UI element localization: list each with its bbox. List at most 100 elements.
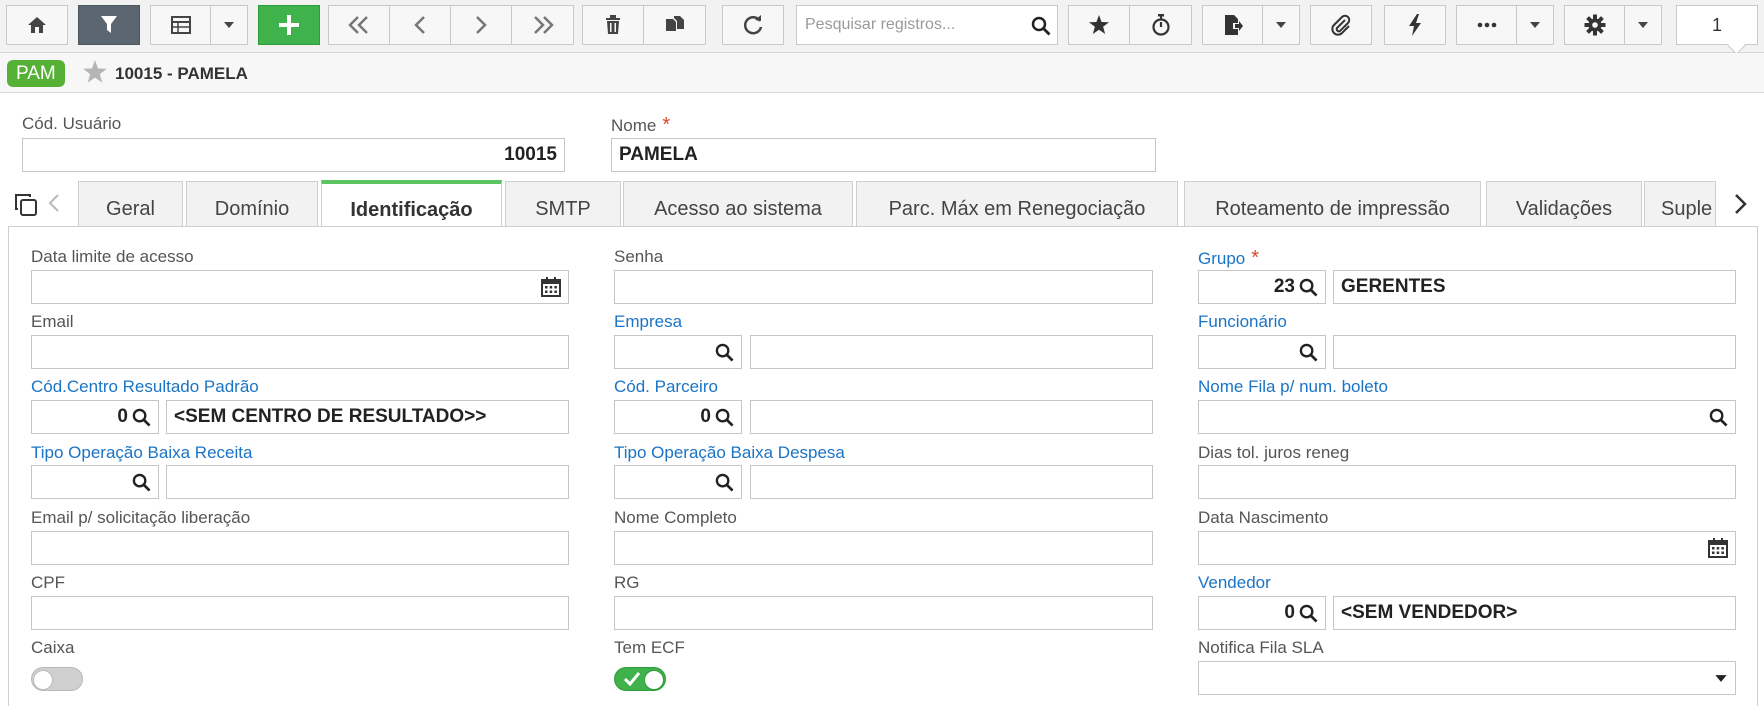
tab-geral[interactable]: Geral [78, 181, 183, 227]
star-icon[interactable] [82, 59, 108, 85]
senha-label: Senha [614, 247, 664, 266]
search-icon[interactable] [132, 408, 151, 427]
email-liberacao-field[interactable] [31, 531, 569, 565]
timer-button[interactable] [1130, 6, 1191, 44]
empresa-name-field[interactable] [750, 335, 1153, 369]
tipo-operacao-despesa-name-field[interactable] [750, 465, 1153, 499]
search-icon[interactable] [1299, 343, 1318, 362]
record-header: PAM 10015 - PAMELA [0, 53, 1764, 93]
cpf-field[interactable] [31, 596, 569, 630]
next-record-button[interactable] [451, 6, 512, 44]
parceiro-label[interactable]: Cód. Parceiro [614, 377, 718, 397]
duplicate-icon[interactable] [14, 193, 38, 217]
chevron-right-icon[interactable] [1734, 193, 1748, 215]
rg-field[interactable] [614, 596, 1153, 630]
grupo-code-field[interactable]: 23 [1198, 270, 1326, 304]
page-number-box[interactable]: 1 [1676, 5, 1758, 45]
tipo-operacao-receita-name-field[interactable] [166, 465, 569, 499]
more-button[interactable] [1457, 6, 1517, 44]
attachments-button[interactable] [1311, 6, 1371, 44]
search-box [796, 5, 1058, 45]
tab-suple[interactable]: Suple [1644, 181, 1716, 227]
parceiro-code-field[interactable]: 0 [614, 400, 742, 434]
tab-roteamento-impressao[interactable]: Roteamento de impressão [1184, 181, 1481, 227]
more-dropdown-button[interactable] [1517, 6, 1553, 44]
cod-usuario-field[interactable]: 10015 [22, 138, 565, 172]
tab-dominio[interactable]: Domínio [186, 181, 318, 227]
funcionario-label[interactable]: Funcionário [1198, 312, 1287, 332]
caixa-toggle[interactable] [31, 667, 83, 691]
empresa-code-field[interactable] [614, 335, 742, 369]
nome-field[interactable]: PAMELA [611, 138, 1156, 172]
centro-resultado-code-field[interactable]: 0 [31, 400, 159, 434]
main-toolbar: 1 [0, 0, 1764, 53]
nome-label: Nome * [611, 114, 670, 137]
tab-acesso-ao-sistema[interactable]: Acesso ao sistema [623, 181, 853, 227]
duplicate-button[interactable] [644, 6, 705, 44]
nome-completo-field[interactable] [614, 531, 1153, 565]
first-page-icon [348, 16, 368, 34]
home-button[interactable] [7, 6, 67, 44]
tab-validacoes[interactable]: Validações [1486, 181, 1642, 227]
grid-view-button[interactable] [151, 6, 211, 44]
favorite-timer-group [1068, 5, 1192, 45]
refresh-button[interactable] [723, 6, 783, 44]
tipo-operacao-receita-label[interactable]: Tipo Operação Baixa Receita [31, 443, 252, 463]
tipo-operacao-despesa-code-field[interactable] [614, 465, 742, 499]
filter-button[interactable] [79, 6, 139, 44]
tipo-operacao-despesa-label[interactable]: Tipo Operação Baixa Despesa [614, 443, 845, 463]
export-dropdown-button[interactable] [1263, 6, 1299, 44]
fila-boleto-field[interactable] [1198, 400, 1736, 434]
tab-smtp[interactable]: SMTP [505, 181, 621, 227]
fila-boleto-label[interactable]: Nome Fila p/ num. boleto [1198, 377, 1388, 397]
calendar-icon[interactable] [541, 277, 561, 297]
notifica-fila-sla-select[interactable] [1198, 661, 1736, 695]
calendar-icon[interactable] [1708, 538, 1728, 558]
last-record-button[interactable] [512, 6, 573, 44]
grid-dropdown-button[interactable] [211, 6, 247, 44]
data-limite-field[interactable] [31, 270, 569, 304]
add-button-group [258, 5, 320, 45]
email-field[interactable] [31, 335, 569, 369]
funcionario-code-field[interactable] [1198, 335, 1326, 369]
search-icon[interactable] [132, 473, 151, 492]
search-icon[interactable] [715, 343, 734, 362]
first-record-button[interactable] [329, 6, 390, 44]
search-icon[interactable] [1031, 16, 1051, 36]
dias-tol-field[interactable] [1198, 465, 1736, 499]
tab-identificacao[interactable]: Identificação [321, 180, 502, 227]
settings-dropdown-button[interactable] [1625, 6, 1661, 44]
data-nascimento-field[interactable] [1198, 531, 1736, 565]
vendedor-code-field[interactable]: 0 [1198, 596, 1326, 630]
search-icon[interactable] [715, 473, 734, 492]
previous-record-button[interactable] [390, 6, 451, 44]
parceiro-name-field[interactable] [750, 400, 1153, 434]
empresa-label[interactable]: Empresa [614, 312, 682, 332]
settings-button[interactable] [1565, 6, 1625, 44]
export-button[interactable] [1203, 6, 1263, 44]
delete-button[interactable] [583, 6, 644, 44]
tem-ecf-toggle[interactable] [614, 667, 666, 691]
page-number: 1 [1711, 14, 1722, 35]
vendedor-label[interactable]: Vendedor [1198, 573, 1271, 593]
search-icon[interactable] [715, 408, 734, 427]
tab-label: SMTP [535, 198, 591, 220]
tab-parc-max-renegociacao[interactable]: Parc. Máx em Renegociação [856, 181, 1178, 227]
search-input[interactable] [797, 6, 1027, 44]
chevron-left-icon[interactable] [48, 193, 60, 213]
funcionario-name-field[interactable] [1333, 335, 1736, 369]
centro-resultado-name-field[interactable]: <SEM CENTRO DE RESULTADO>> [166, 400, 569, 434]
tipo-operacao-receita-code-field[interactable] [31, 465, 159, 499]
actions-button[interactable] [1385, 6, 1445, 44]
grupo-label[interactable]: Grupo * [1198, 247, 1259, 270]
senha-field[interactable] [614, 270, 1153, 304]
search-icon[interactable] [1299, 278, 1318, 297]
search-icon[interactable] [1709, 408, 1728, 427]
navigation-button-group [328, 5, 574, 45]
search-icon[interactable] [1299, 604, 1318, 623]
vendedor-name-field[interactable]: <SEM VENDEDOR> [1333, 596, 1736, 630]
grupo-name-field[interactable]: GERENTES [1333, 270, 1736, 304]
favorite-button[interactable] [1069, 6, 1130, 44]
add-button[interactable] [259, 6, 319, 44]
centro-resultado-label[interactable]: Cód.Centro Resultado Padrão [31, 377, 259, 397]
